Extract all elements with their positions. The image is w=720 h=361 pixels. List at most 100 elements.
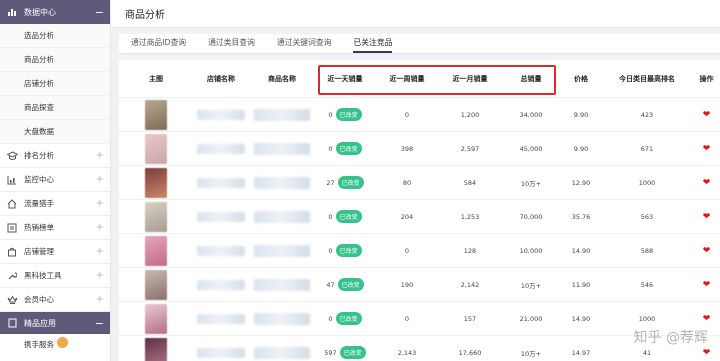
expand-icon[interactable]: + [96, 294, 104, 305]
price-cell: 9.90 [573, 110, 589, 119]
heart-icon[interactable]: ❤ [703, 110, 711, 120]
heart-icon[interactable]: ❤ [703, 280, 711, 290]
collapse-icon[interactable]: − [95, 317, 104, 330]
rank-cell: 546 [640, 280, 654, 289]
sidebar-item-traffic[interactable]: 流量猎手 + [0, 192, 110, 216]
sidebar-subitem-product-explore[interactable]: 商品探查 [0, 96, 110, 120]
shop-name-blurred[interactable] [197, 313, 245, 324]
heart-icon[interactable]: ❤ [703, 144, 711, 154]
product-name-blurred[interactable] [254, 210, 310, 223]
product-name-blurred[interactable] [254, 108, 310, 121]
column-header[interactable]: 今日类目最高排名 [601, 74, 693, 84]
heart-icon[interactable]: ❤ [703, 314, 711, 324]
table-row[interactable]: 0 已改变 204 1,253 70,000 35.76 563 ❤ [119, 200, 720, 234]
product-thumbnail[interactable] [145, 269, 167, 300]
product-name-blurred[interactable] [254, 346, 310, 359]
column-header[interactable]: 近一月销量 [439, 74, 501, 84]
shop-name-blurred[interactable] [197, 245, 245, 256]
rank-cell: 423 [640, 110, 654, 119]
table-row[interactable]: 0 已改变 398 2,597 45,000 9.90 671 ❤ [119, 132, 720, 166]
shop-name-cell [193, 245, 249, 256]
week-sales-cell: 0 [404, 110, 410, 119]
sidebar-item-label: 店铺管理 [24, 247, 54, 256]
product-name-blurred[interactable] [254, 176, 310, 189]
table-row[interactable]: 0 已改变 0 157 21,000 14.90 1000 ❤ [119, 302, 720, 336]
sidebar-item-label: 会员中心 [24, 295, 54, 304]
heart-icon[interactable]: ❤ [703, 348, 711, 358]
heart-icon[interactable]: ❤ [703, 212, 711, 222]
sidebar-section-apps[interactable]: 精品应用 − [0, 312, 110, 334]
sidebar-item-member[interactable]: 会员中心 + [0, 288, 110, 312]
shop-name-blurred[interactable] [197, 109, 245, 120]
sidebar-item-ranking[interactable]: 排名分析 + [0, 144, 110, 168]
shop-name-blurred[interactable] [197, 143, 245, 154]
column-header[interactable]: 价格 [561, 74, 601, 84]
collapse-icon[interactable]: − [95, 6, 104, 19]
sidebar-item-tools[interactable]: 黑科技工具 + [0, 264, 110, 288]
status-badge: 已改变 [335, 210, 362, 223]
shop-name-blurred[interactable] [197, 279, 245, 290]
sidebar-item-monitor[interactable]: 监控中心 + [0, 168, 110, 192]
action-cell: ❤ [693, 212, 720, 222]
table-row[interactable]: 0 已改变 0 1,200 34,000 9.90 423 ❤ [119, 98, 720, 132]
tab-by-category[interactable]: 通过类目查询 [208, 37, 255, 53]
expand-icon[interactable]: + [96, 198, 104, 209]
sidebar-item-hot-list[interactable]: 热销榜单 + [0, 216, 110, 240]
product-thumbnail[interactable] [145, 167, 167, 198]
shop-name-blurred[interactable] [197, 347, 245, 358]
table-row[interactable]: 0 已改变 0 128 10,000 14.90 588 ❤ [119, 234, 720, 268]
expand-icon[interactable]: + [96, 222, 104, 233]
day-sales-value: 47 [326, 280, 335, 289]
week-sales-cell: 204 [400, 212, 414, 221]
action-cell: ❤ [693, 280, 720, 290]
product-thumbnail[interactable] [145, 201, 167, 232]
table-row[interactable]: 47 已改变 190 2,142 10万+ 11.90 546 ❤ [119, 268, 720, 302]
watermark: 知乎 @荐辉 [633, 330, 708, 346]
product-thumbnail[interactable] [145, 337, 167, 361]
heart-icon[interactable]: ❤ [703, 178, 711, 188]
table-row[interactable]: 597 已改变 2,143 17,660 10万+ 14.97 41 ❤ [119, 336, 720, 361]
day-sales-cell: 27 已改变 [315, 176, 375, 189]
table-body: 0 已改变 0 1,200 34,000 9.90 423 ❤ 0 已改变 398 2,597 45,0… [119, 98, 720, 361]
tab-by-keyword[interactable]: 通过关键词查询 [277, 37, 332, 53]
tab-by-product-id[interactable]: 通过商品ID查询 [131, 37, 186, 53]
product-name-blurred[interactable] [254, 142, 310, 155]
product-name-blurred[interactable] [254, 278, 310, 291]
status-badge: 已改变 [337, 176, 364, 189]
shop-name-cell [193, 177, 249, 188]
shop-name-cell [193, 313, 249, 324]
sidebar-subitem-product-analysis[interactable]: 商品分析 [0, 48, 110, 72]
sidebar-subitem-shop-analysis[interactable]: 店铺分析 [0, 72, 110, 96]
expand-icon[interactable]: + [96, 246, 104, 257]
product-thumbnail[interactable] [145, 303, 167, 334]
sidebar-item-shop-manage[interactable]: 店铺管理 + [0, 240, 110, 264]
column-header[interactable]: 近一天销量 [315, 74, 375, 84]
list-icon [6, 222, 18, 234]
status-badge: 已改变 [335, 312, 362, 325]
product-thumbnail[interactable] [145, 99, 167, 130]
heart-icon[interactable]: ❤ [703, 246, 711, 256]
expand-icon[interactable]: + [96, 174, 104, 185]
wrench-icon [6, 270, 18, 282]
tab-followed-competitors[interactable]: 已关注竞品 [353, 37, 393, 53]
table-row[interactable]: 27 已改变 80 584 10万+ 12.90 1000 ❤ [119, 166, 720, 200]
price-cell: 14.97 [571, 348, 591, 357]
product-thumbnail[interactable] [145, 133, 167, 164]
sidebar-subitem-market-data[interactable]: 大盘数据 [0, 120, 110, 144]
sidebar-subitem-service[interactable]: 携手服务 [0, 334, 110, 354]
column-header[interactable]: 近一周销量 [375, 74, 439, 84]
shop-name-blurred[interactable] [197, 211, 245, 222]
status-badge: 已改变 [335, 108, 362, 121]
sidebar-subitem-product-selection[interactable]: 选品分析 [0, 24, 110, 48]
column-header[interactable]: 总销量 [501, 74, 561, 84]
product-name-blurred[interactable] [254, 312, 310, 325]
shop-name-blurred[interactable] [197, 177, 245, 188]
status-badge: 已改变 [335, 244, 362, 257]
product-thumbnail[interactable] [145, 235, 167, 266]
sidebar-section-label: 精品应用 [24, 318, 56, 328]
crown-icon [6, 294, 18, 306]
expand-icon[interactable]: + [96, 270, 104, 281]
expand-icon[interactable]: + [96, 150, 104, 161]
product-name-blurred[interactable] [254, 244, 310, 257]
sidebar-section-data-center[interactable]: 数据中心 − [0, 0, 110, 24]
